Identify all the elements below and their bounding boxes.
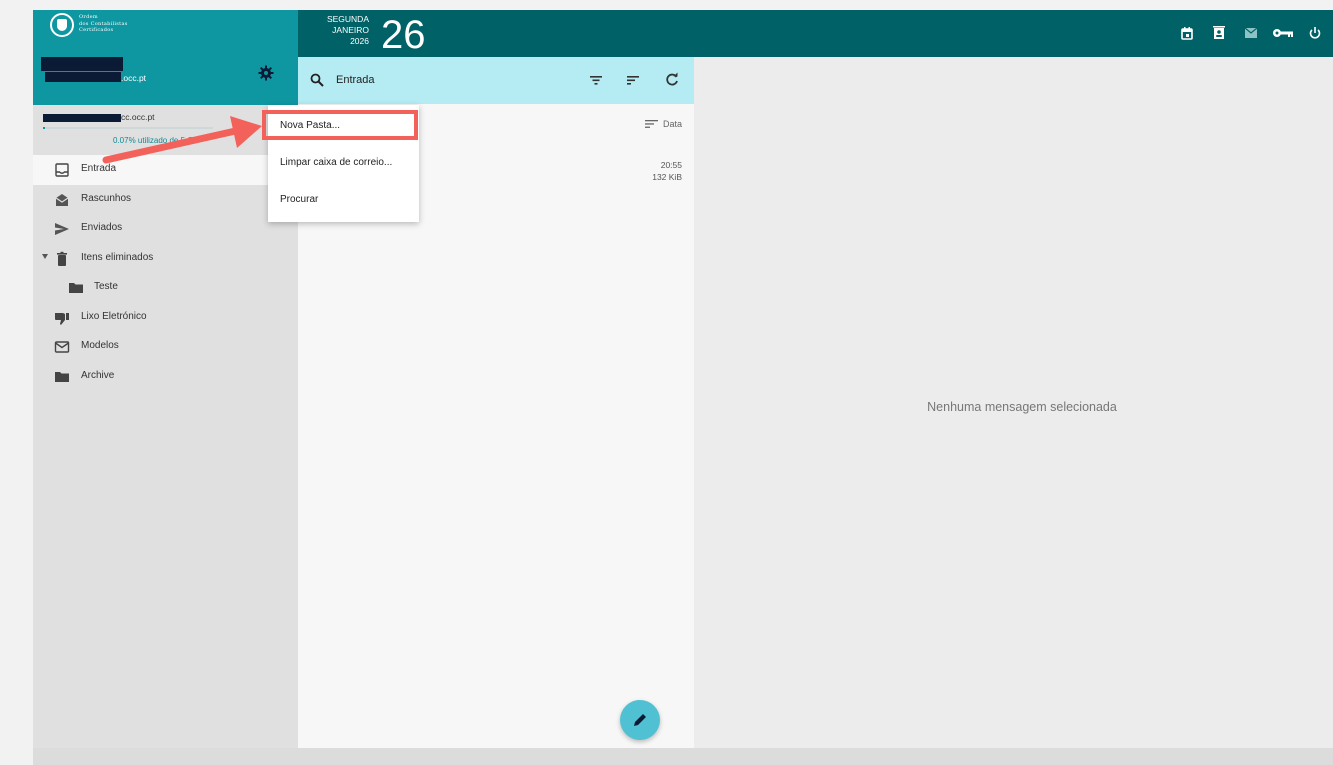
folder-itens-eliminados[interactable]: Itens eliminados xyxy=(33,244,298,274)
key-icon[interactable] xyxy=(1267,22,1299,44)
highlight-box xyxy=(262,110,418,140)
redacted-email xyxy=(45,72,121,82)
sort-indicator[interactable]: Data xyxy=(644,119,682,129)
calendar-icon[interactable] xyxy=(1171,22,1203,44)
compose-button[interactable] xyxy=(620,700,660,740)
date-year: 2026 xyxy=(350,36,369,46)
message-meta[interactable]: 20:55 132 KiB xyxy=(652,159,682,183)
menu-item-label: Procurar xyxy=(280,194,319,205)
trash-icon xyxy=(57,251,67,266)
redacted-name xyxy=(41,57,123,71)
send-icon xyxy=(55,223,69,235)
folder-icon xyxy=(55,371,69,382)
pencil-icon xyxy=(634,714,646,726)
account-domain: .occ.pt xyxy=(121,73,147,83)
date-block: SEGUNDA JANEIRO 2026 xyxy=(311,14,369,47)
folder-teste[interactable]: Teste xyxy=(33,273,298,303)
logo-text: Ordem dos Contabilistas Certificados xyxy=(79,14,199,34)
search-bar[interactable]: Entrada xyxy=(298,57,694,104)
menu-item-procurar[interactable]: Procurar xyxy=(268,185,419,213)
folder-label: Modelos xyxy=(81,340,119,351)
date-weekday: SEGUNDA xyxy=(326,14,369,24)
folder-label: Rascunhos xyxy=(81,192,132,204)
refresh-icon[interactable] xyxy=(664,72,680,88)
inbox-icon xyxy=(55,163,69,177)
date-day: 26 xyxy=(381,13,426,57)
folder-label: Enviados xyxy=(81,222,123,233)
message-time: 20:55 xyxy=(660,160,682,170)
contacts-icon[interactable] xyxy=(1203,22,1235,44)
logo-seal-icon xyxy=(50,13,74,37)
top-icons xyxy=(1171,22,1331,44)
folder-label: Archive xyxy=(81,369,115,381)
menu-item-label: Limpar caixa de correio... xyxy=(280,157,393,168)
folder-archive[interactable]: Archive xyxy=(33,362,298,392)
folder-label: Teste xyxy=(94,281,118,292)
filter-icon[interactable] xyxy=(588,72,604,88)
reading-pane: Nenhuma mensagem selecionada xyxy=(694,57,1333,748)
folder-rascunhos[interactable]: Rascunhos xyxy=(33,185,298,215)
folder-lixo-eletronico[interactable]: Lixo Eletrónico xyxy=(33,303,298,333)
template-icon xyxy=(54,341,70,353)
drafts-icon xyxy=(55,193,69,206)
expand-caret-icon[interactable] xyxy=(42,253,48,259)
folder-enviados[interactable]: Enviados xyxy=(33,214,298,244)
folder-modelos[interactable]: Modelos xyxy=(33,332,298,362)
account-header: .occ.pt xyxy=(33,57,298,105)
bottom-strip xyxy=(33,748,1333,765)
sort-icon[interactable] xyxy=(625,72,641,88)
sort-label: Data xyxy=(662,119,682,129)
quota-fill xyxy=(43,127,45,129)
search-folder-label: Entrada xyxy=(336,74,375,86)
logo-line: Certificados xyxy=(79,27,114,33)
annotation-arrow-icon xyxy=(102,116,262,164)
message-size: 132 KiB xyxy=(652,172,682,182)
power-icon[interactable] xyxy=(1299,22,1331,44)
search-icon[interactable] xyxy=(310,73,324,87)
gear-icon[interactable] xyxy=(258,65,274,81)
logo-area: Ordem dos Contabilistas Certificados xyxy=(33,10,298,57)
menu-item-limpar-caixa[interactable]: Limpar caixa de correio... xyxy=(268,148,419,176)
folder-icon xyxy=(69,283,83,293)
empty-message-text: Nenhuma mensagem selecionada xyxy=(927,400,1117,414)
folder-label: Itens eliminados xyxy=(81,251,154,263)
folder-label: Lixo Eletrónico xyxy=(81,310,147,322)
date-month: JANEIRO xyxy=(332,25,369,35)
mail-icon[interactable] xyxy=(1235,22,1267,44)
folder-list: Entrada Rascunhos Enviados Itens elimina… xyxy=(33,155,298,391)
sort-lines-icon xyxy=(644,120,658,128)
top-bar: Ordem dos Contabilistas Certificados SEG… xyxy=(33,10,1333,57)
thumbs-down-icon xyxy=(55,312,69,325)
